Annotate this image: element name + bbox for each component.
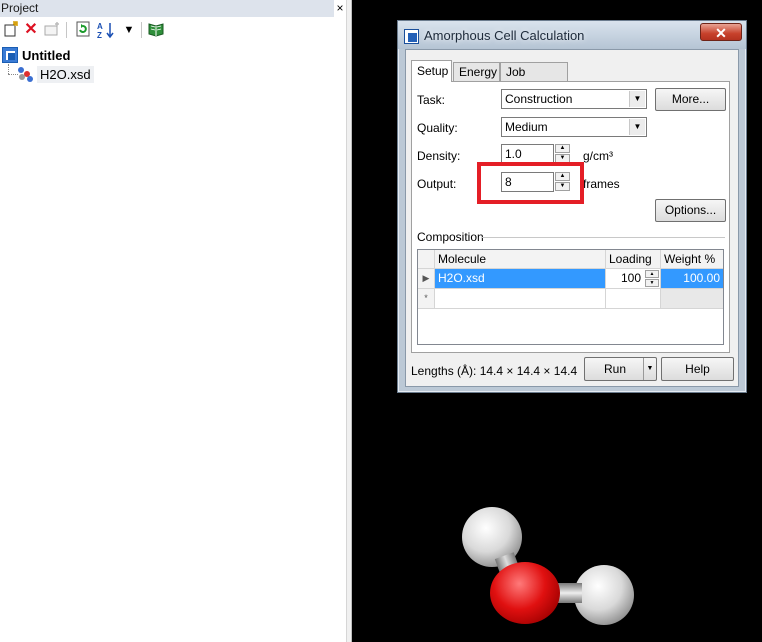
run-button[interactable]: Run ▼ bbox=[584, 357, 657, 381]
tree-root-label: Untitled bbox=[22, 47, 71, 63]
output-label: Output: bbox=[417, 177, 457, 191]
grid-corner bbox=[418, 250, 435, 269]
density-spinner[interactable]: ▲ ▼ bbox=[555, 144, 570, 164]
new-row-marker[interactable]: * bbox=[418, 289, 435, 309]
task-combobox[interactable]: Construction ▼ bbox=[501, 89, 647, 109]
options-button[interactable]: Options... bbox=[655, 199, 726, 222]
project-panel-close-button[interactable]: × bbox=[334, 0, 346, 17]
dialog-close-button[interactable]: ✕ bbox=[700, 23, 742, 41]
tree-child-label: H2O.xsd bbox=[37, 65, 94, 83]
svg-text:A: A bbox=[97, 22, 103, 31]
project-icon bbox=[2, 47, 18, 63]
dialog-body: Setup Energy Job Control Task: Construct… bbox=[405, 49, 739, 387]
toolbar-separator bbox=[141, 22, 142, 38]
more-button[interactable]: More... bbox=[655, 88, 726, 111]
cell-loading-new[interactable] bbox=[606, 289, 661, 309]
dialog-titlebar[interactable]: Amorphous Cell Calculation ✕ bbox=[398, 21, 746, 49]
project-panel-title: Project bbox=[0, 0, 335, 17]
open-book-icon[interactable] bbox=[147, 21, 165, 39]
task-label: Task: bbox=[417, 93, 446, 107]
setup-panel: Task: Construction ▼ More... Quality: Me… bbox=[411, 81, 730, 353]
column-header-molecule[interactable]: Molecule bbox=[435, 250, 606, 269]
molecule-document-icon bbox=[16, 66, 34, 82]
composition-grid: Molecule Loading Weight % ▶ H2O.xsd 100 … bbox=[417, 249, 724, 345]
lengths-status: Lengths (Å): 14.4 × 14.4 × 14.4 bbox=[411, 364, 578, 378]
tab-job-control[interactable]: Job Control bbox=[500, 62, 568, 97]
chevron-down-icon: ▼ bbox=[629, 91, 645, 107]
hydrogen-atom bbox=[574, 565, 634, 625]
cell-weight-new bbox=[661, 289, 723, 309]
composition-label: Composition bbox=[417, 230, 484, 244]
refresh-icon[interactable] bbox=[74, 21, 92, 39]
new-document-icon[interactable] bbox=[2, 21, 20, 39]
output-unit: frames bbox=[583, 177, 620, 191]
quality-value: Medium bbox=[505, 120, 548, 134]
column-header-loading[interactable]: Loading bbox=[606, 250, 661, 269]
row-selector-icon[interactable]: ▶ bbox=[418, 269, 435, 289]
dropdown-arrow-icon[interactable]: ▼ bbox=[120, 21, 138, 39]
chevron-down-icon: ▼ bbox=[629, 119, 645, 135]
tab-setup[interactable]: Setup bbox=[411, 60, 452, 82]
run-dropdown-icon[interactable]: ▼ bbox=[643, 358, 656, 380]
spin-up-icon[interactable]: ▲ bbox=[555, 144, 570, 153]
spin-down-icon[interactable]: ▼ bbox=[645, 279, 659, 287]
tree-item-h2o-xsd[interactable]: H2O.xsd bbox=[16, 64, 94, 84]
run-label: Run bbox=[604, 362, 627, 376]
delete-icon[interactable]: ✕ bbox=[22, 21, 40, 39]
help-button[interactable]: Help bbox=[661, 357, 734, 381]
task-value: Construction bbox=[505, 92, 573, 106]
highlight-box bbox=[477, 162, 584, 204]
dialog-title: Amorphous Cell Calculation bbox=[424, 28, 585, 43]
project-toolbar: ✕ AZ ▼ bbox=[0, 18, 346, 42]
column-header-weight[interactable]: Weight % bbox=[661, 250, 723, 269]
dialog-app-icon bbox=[404, 29, 419, 44]
loading-spinner[interactable]: ▲ ▼ bbox=[645, 270, 659, 288]
new-folder-icon[interactable] bbox=[43, 21, 61, 39]
density-unit: g/cm³ bbox=[583, 149, 613, 163]
cell-molecule[interactable]: H2O.xsd bbox=[435, 269, 606, 289]
spin-up-icon[interactable]: ▲ bbox=[645, 270, 659, 278]
tab-energy[interactable]: Energy bbox=[453, 62, 500, 81]
oxygen-atom bbox=[490, 562, 560, 624]
sort-az-icon[interactable]: AZ bbox=[96, 21, 118, 40]
project-panel: Project × ✕ AZ ▼ Untitled H2O.xsd bbox=[0, 0, 346, 642]
toolbar-separator bbox=[66, 22, 67, 38]
quality-label: Quality: bbox=[417, 121, 458, 135]
tree-connector bbox=[8, 64, 10, 74]
density-label: Density: bbox=[417, 149, 461, 163]
cell-molecule-new[interactable] bbox=[435, 289, 606, 309]
cell-weight: 100.00 bbox=[661, 269, 723, 289]
amorphous-cell-dialog: Amorphous Cell Calculation ✕ Setup Energ… bbox=[397, 20, 747, 393]
tree-item-untitled[interactable]: Untitled bbox=[2, 46, 70, 64]
density-input[interactable]: 1.0 bbox=[501, 144, 554, 164]
svg-text:Z: Z bbox=[97, 31, 102, 39]
quality-combobox[interactable]: Medium ▼ bbox=[501, 117, 647, 137]
composition-divider bbox=[482, 237, 725, 238]
